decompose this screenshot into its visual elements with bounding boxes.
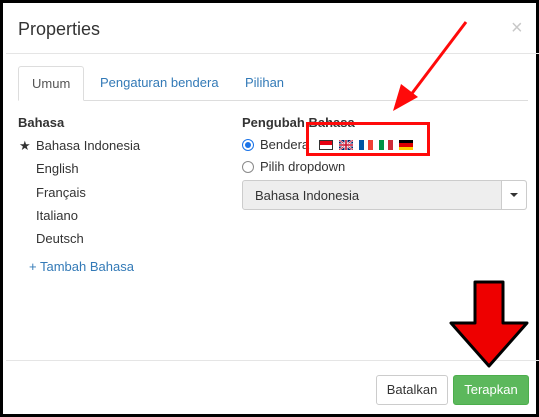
flag-it-icon (379, 140, 393, 150)
dialog-title: Properties (18, 19, 101, 39)
radio-dropdown-label[interactable]: Pilih dropdown (260, 159, 345, 174)
switcher-heading: Pengubah Bahasa (242, 115, 355, 130)
close-icon[interactable]: × (511, 18, 523, 38)
language-item-english[interactable]: English (36, 161, 79, 176)
languages-heading: Bahasa (18, 115, 65, 130)
tab-pengaturan-bendera[interactable]: Pengaturan bendera (87, 66, 232, 101)
add-language-link[interactable]: + Tambah Bahasa (29, 259, 134, 274)
header-divider (6, 53, 539, 54)
flag-de-icon (399, 140, 413, 150)
tab-pilihan[interactable]: Pilihan (232, 66, 297, 101)
apply-button[interactable]: Terapkan (453, 375, 529, 405)
language-dropdown[interactable]: Bahasa Indonesia (242, 180, 527, 210)
dropdown-toggle[interactable] (501, 181, 526, 209)
properties-dialog: Properties × Umum Pengaturan bendera Pil… (0, 0, 539, 417)
language-dropdown-value: Bahasa Indonesia (255, 188, 360, 203)
footer-divider (6, 360, 539, 361)
language-item-italiano[interactable]: Italiano (36, 208, 78, 223)
flag-id-icon (319, 140, 333, 150)
flag-fr-icon (359, 140, 373, 150)
flag-uk-icon (339, 140, 353, 150)
default-star-icon: ★ (19, 138, 31, 153)
radio-flags[interactable] (242, 139, 254, 151)
language-item-deutsch[interactable]: Deutsch (36, 231, 84, 246)
language-item-francais[interactable]: Français (36, 185, 86, 200)
radio-dropdown[interactable] (242, 161, 254, 173)
chevron-down-icon (510, 193, 518, 197)
tab-umum[interactable]: Umum (18, 66, 85, 101)
radio-flags-label[interactable]: Bendera (260, 137, 309, 152)
cancel-button[interactable]: Batalkan (376, 375, 448, 405)
language-item-indonesia[interactable]: Bahasa Indonesia (36, 138, 140, 153)
